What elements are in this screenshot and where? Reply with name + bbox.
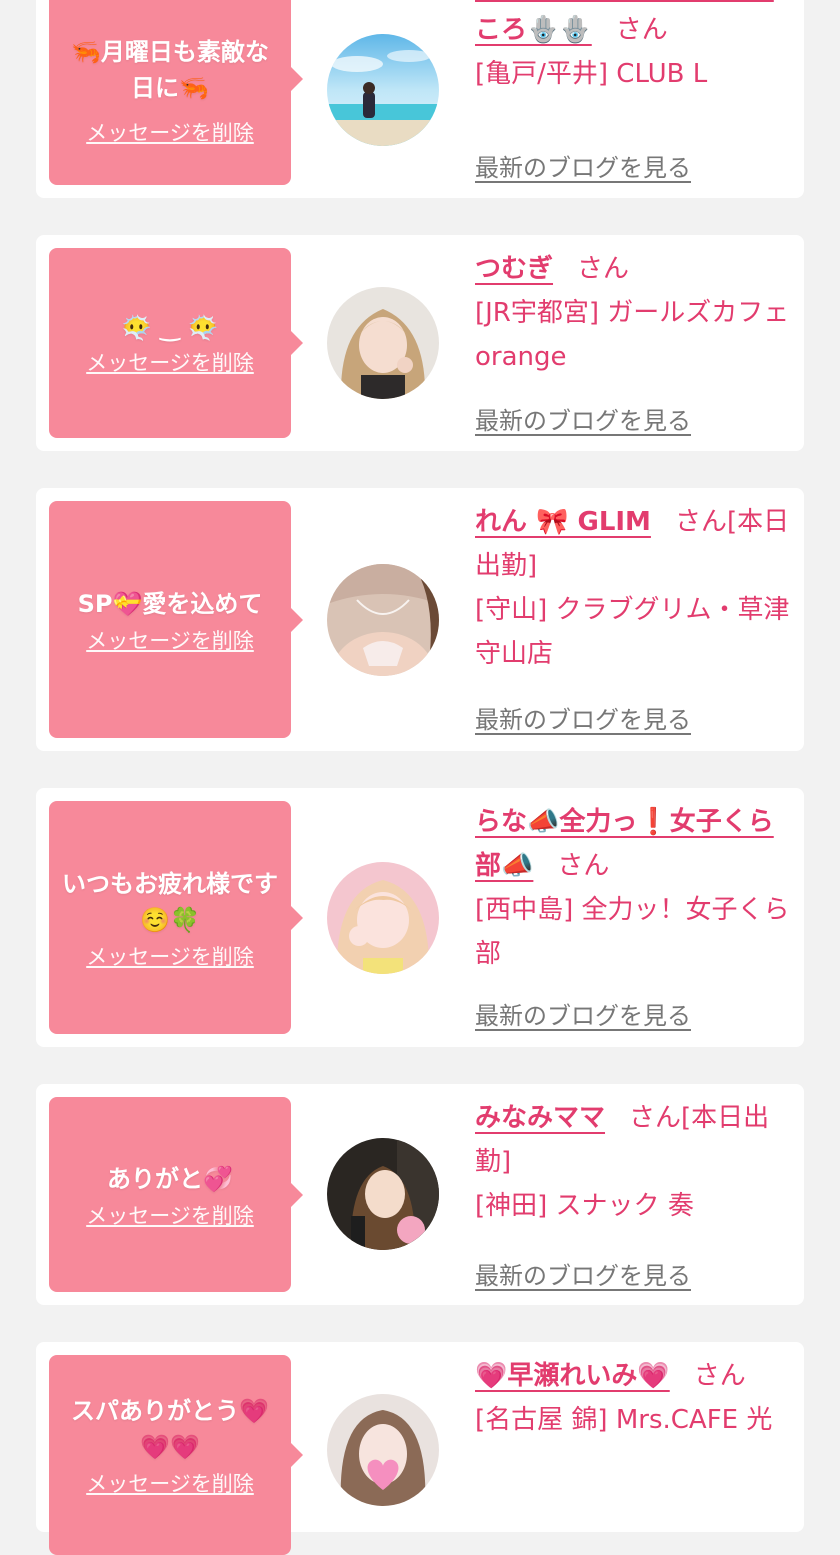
sender-info: らな📣全力っ❗️女子くら部📣 さん [西中島] 全力ッ！女子くら部	[475, 800, 793, 976]
latest-blog-link[interactable]: 最新のブログを見る	[475, 700, 691, 735]
avatar[interactable]	[327, 564, 439, 676]
message-text: 😶‍🌫️ ‿ 😶‍🌫️	[121, 314, 219, 342]
delete-message-link[interactable]: メッセージを削除	[86, 1471, 254, 1497]
san-suffix: さん	[629, 1103, 682, 1133]
message-bubble: 🦐月曜日も素敵な日に🦐 メッセージを削除	[49, 0, 303, 185]
delete-message-link[interactable]: メッセージを削除	[86, 120, 254, 146]
message-text: SP💝愛を込めて	[77, 589, 263, 618]
message-bubble: SP💝愛を込めて メッセージを削除	[49, 501, 303, 738]
delete-message-link[interactable]: メッセージを削除	[86, 944, 254, 970]
latest-blog-link[interactable]: 最新のブログを見る	[475, 401, 691, 436]
avatar[interactable]	[327, 34, 439, 146]
message-bubble: 😶‍🌫️ ‿ 😶‍🌫️ メッセージを削除	[49, 248, 303, 438]
message-text: スパありがとう💗💗💗	[71, 1397, 269, 1461]
message-card: ありがと💞 メッセージを削除 みなみママ さん[本日出勤] [神田] スナック 奏…	[36, 1084, 804, 1305]
sender-name-link[interactable]: みなみママ	[475, 1103, 605, 1133]
shop-name: [守山] クラブグリム・草津守山店	[475, 595, 790, 669]
message-text: いつもお疲れ様です☺️🍀	[62, 869, 278, 934]
avatar[interactable]	[327, 287, 439, 399]
message-card: SP💝愛を込めて メッセージを削除 れん 🎀 GLIM さん[本日出勤] [守山]…	[36, 488, 804, 751]
shop-name: [神田] スナック 奏	[475, 1191, 694, 1221]
shop-name: [名古屋 錦] Mrs.CAFE 光	[475, 1405, 773, 1435]
shop-name: [JR宇都宮] ガールズカフェ orange	[475, 298, 790, 372]
message-card: 🦐月曜日も素敵な日に🦐 メッセージを削除 ころ🪬🪬 さん [亀戸/平井] CLU…	[36, 0, 804, 198]
san-suffix: さん	[674, 507, 727, 537]
sender-name-line: 🪬🪬平井CLUB L▷·)ﾉこころ🪬🪬さん	[475, 0, 793, 52]
latest-blog-link[interactable]: 最新のブログを見る	[475, 1256, 691, 1291]
message-card: いつもお疲れ様です☺️🍀 メッセージを削除 らな📣全力っ❗️女子くら部📣 さん […	[36, 788, 804, 1047]
delete-message-link[interactable]: メッセージを削除	[86, 350, 254, 376]
delete-message-link[interactable]: メッセージを削除	[86, 1203, 254, 1229]
sender-info: 💗早瀬れいみ💗 さん [名古屋 錦] Mrs.CAFE 光	[475, 1354, 793, 1442]
avatar[interactable]	[327, 1394, 439, 1506]
sender-name-link[interactable]: れん 🎀 GLIM	[475, 507, 651, 537]
message-bubble: スパありがとう💗💗💗 メッセージを削除	[49, 1355, 303, 1555]
latest-blog-link[interactable]: 最新のブログを見る	[475, 148, 691, 183]
san-suffix: さん	[577, 254, 630, 284]
sender-info: つむぎ さん [JR宇都宮] ガールズカフェ orange	[475, 247, 793, 379]
san-suffix: さん	[693, 1361, 746, 1391]
sender-name-line: 💗早瀬れいみ💗 さん	[475, 1354, 793, 1398]
avatar[interactable]	[327, 862, 439, 974]
sender-name-link[interactable]: つむぎ	[475, 254, 553, 284]
shop-name: [亀戸/平井] CLUB L	[475, 59, 708, 89]
latest-blog-link[interactable]: 最新のブログを見る	[475, 996, 691, 1031]
sender-info: れん 🎀 GLIM さん[本日出勤] [守山] クラブグリム・草津守山店	[475, 500, 793, 676]
shop-name: [西中島] 全力ッ！女子くら部	[475, 895, 790, 969]
message-card: スパありがとう💗💗💗 メッセージを削除 💗早瀬れいみ💗 さん [名古屋 錦] Mr…	[36, 1342, 804, 1555]
avatar[interactable]	[327, 1138, 439, 1250]
sender-info: 🪬🪬平井CLUB L▷·)ﾉこころ🪬🪬さん [亀戸/平井] CLUB L	[475, 0, 793, 96]
sender-info: みなみママ さん[本日出勤] [神田] スナック 奏	[475, 1096, 793, 1228]
sender-name-link[interactable]: らな📣全力っ❗️女子くら部📣	[475, 807, 774, 881]
sender-name-line: みなみママ さん[本日出勤]	[475, 1096, 793, 1184]
san-suffix: さん	[557, 851, 610, 881]
delete-message-link[interactable]: メッセージを削除	[86, 628, 254, 654]
sender-name-line: つむぎ さん	[475, 247, 793, 291]
message-bubble: いつもお疲れ様です☺️🍀 メッセージを削除	[49, 801, 303, 1034]
message-text: ありがと💞	[107, 1164, 233, 1193]
message-text: 🦐月曜日も素敵な日に🦐	[71, 38, 269, 102]
san-suffix: さん	[615, 15, 668, 45]
message-bubble: ありがと💞 メッセージを削除	[49, 1097, 303, 1292]
sender-name-link[interactable]: 💗早瀬れいみ💗	[475, 1361, 670, 1391]
message-card: 😶‍🌫️ ‿ 😶‍🌫️ メッセージを削除 つむぎ さん [JR宇都宮] ガールズカ…	[36, 235, 804, 451]
sender-name-line: らな📣全力っ❗️女子くら部📣 さん	[475, 800, 793, 888]
sender-name-line: れん 🎀 GLIM さん[本日出勤]	[475, 500, 793, 588]
